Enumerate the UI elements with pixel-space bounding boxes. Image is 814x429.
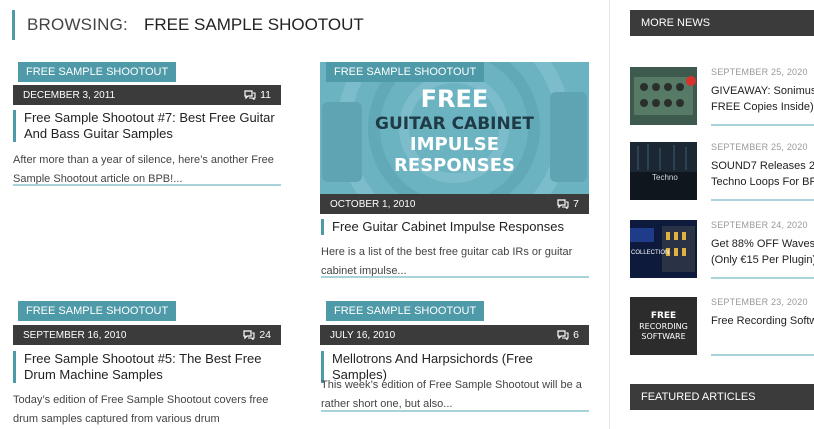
news-item: SEPTEMBER 25, 2020 GIVEAWAY: Sonimus FRE…: [630, 67, 814, 127]
news-title[interactable]: Get 88% OFF Waves A (Only €15 Per Plugin…: [711, 236, 814, 268]
comment-count-value: 7: [573, 198, 579, 210]
post-date: JULY 16, 2010: [330, 329, 396, 341]
thumb-line-1: FREE: [650, 311, 677, 321]
comment-icon: [557, 199, 569, 209]
comment-count[interactable]: 6: [557, 329, 579, 341]
post-underline: [321, 410, 589, 412]
post-date: DECEMBER 3, 2011: [23, 89, 116, 101]
post-title[interactable]: Free Sample Shootout #7: Best Free Guita…: [13, 110, 275, 142]
thumb-caption: Techno: [652, 173, 678, 182]
post-meta-bar: DECEMBER 3, 2011 11: [13, 85, 281, 105]
category-tag[interactable]: FREE SAMPLE SHOOTOUT: [18, 301, 177, 321]
column-divider: [609, 0, 610, 429]
news-date: SEPTEMBER 23, 2020: [711, 297, 808, 307]
category-title: FREE SAMPLE SHOOTOUT: [143, 15, 364, 34]
news-item: Techno SEPTEMBER 25, 2020 SOUND7 Release…: [630, 142, 814, 202]
thumb-line-4: RESPONSES: [394, 155, 515, 176]
thumb-line-3: SOFTWARE: [641, 332, 686, 341]
post-date: OCTOBER 1, 2010: [330, 198, 416, 210]
news-title[interactable]: SOUND7 Releases 20 Techno Loops For BP: [711, 158, 814, 190]
thumb-line-3: IMPULSE: [409, 134, 500, 155]
featured-articles-header: FEATURED ARTICLES: [630, 384, 814, 410]
post-meta-bar: SEPTEMBER 16, 2010 24: [13, 325, 281, 345]
thumb-line-2: GUITAR CABINET: [375, 114, 534, 134]
post-date: SEPTEMBER 16, 2010: [23, 329, 127, 341]
browsing-label: BROWSING:: [27, 15, 128, 34]
news-underline: [711, 354, 814, 356]
comment-count[interactable]: 11: [244, 89, 271, 101]
comment-icon: [557, 330, 569, 340]
plugin-thumbnail-graphic: [630, 67, 697, 125]
post-underline: [13, 184, 281, 186]
news-item: FREE RECORDING SOFTWARE SEPTEMBER 23, 20…: [630, 297, 814, 357]
waves-thumbnail-graphic: [630, 220, 697, 278]
post-title[interactable]: Free Guitar Cabinet Impulse Responses: [321, 219, 589, 235]
category-tag[interactable]: FREE SAMPLE SHOOTOUT: [18, 62, 177, 82]
post-excerpt: This week’s edition of Free Sample Shoot…: [321, 379, 582, 410]
thumb-line-1: FREE: [420, 85, 489, 113]
comment-count[interactable]: 7: [557, 198, 579, 210]
news-date: SEPTEMBER 24, 2020: [711, 220, 808, 230]
comment-count-value: 24: [259, 329, 271, 341]
techno-thumbnail-graphic: [630, 142, 697, 200]
news-underline: [711, 124, 814, 126]
thumb-line-2: RECORDING: [639, 322, 688, 331]
post-meta-bar: JULY 16, 2010 6: [320, 325, 589, 345]
news-title[interactable]: Free Recording Softw: [711, 313, 814, 329]
news-underline: [711, 277, 814, 279]
more-news-header: MORE NEWS: [630, 10, 814, 36]
news-thumbnail[interactable]: Techno: [630, 142, 697, 200]
comment-count-value: 11: [260, 89, 271, 101]
thumb-caption: COLLECTION: [631, 250, 670, 256]
comment-count[interactable]: 24: [243, 329, 271, 341]
news-title[interactable]: GIVEAWAY: Sonimus FREE Copies Inside): [711, 83, 814, 115]
post-excerpt: Today’s edition of Free Sample Shootout …: [13, 394, 269, 425]
news-item: COLLECTION SEPTEMBER 24, 2020 Get 88% OF…: [630, 220, 814, 280]
comment-icon: [244, 90, 256, 100]
post-meta-bar: OCTOBER 1, 2010 7: [320, 194, 589, 214]
post-underline: [321, 276, 589, 278]
category-tag[interactable]: FREE SAMPLE SHOOTOUT: [326, 62, 485, 82]
news-thumbnail[interactable]: COLLECTION: [630, 220, 697, 278]
comment-icon: [243, 330, 255, 340]
news-thumbnail[interactable]: FREE RECORDING SOFTWARE: [630, 297, 697, 355]
comment-count-value: 6: [573, 329, 579, 341]
browsing-header: BROWSING: FREE SAMPLE SHOOTOUT: [12, 10, 364, 40]
post-title[interactable]: Free Sample Shootout #5: The Best Free D…: [13, 351, 275, 383]
category-tag[interactable]: FREE SAMPLE SHOOTOUT: [326, 301, 485, 321]
news-date: SEPTEMBER 25, 2020: [711, 67, 808, 77]
news-date: SEPTEMBER 25, 2020: [711, 142, 808, 152]
news-underline: [711, 199, 814, 201]
news-thumbnail[interactable]: [630, 67, 697, 125]
